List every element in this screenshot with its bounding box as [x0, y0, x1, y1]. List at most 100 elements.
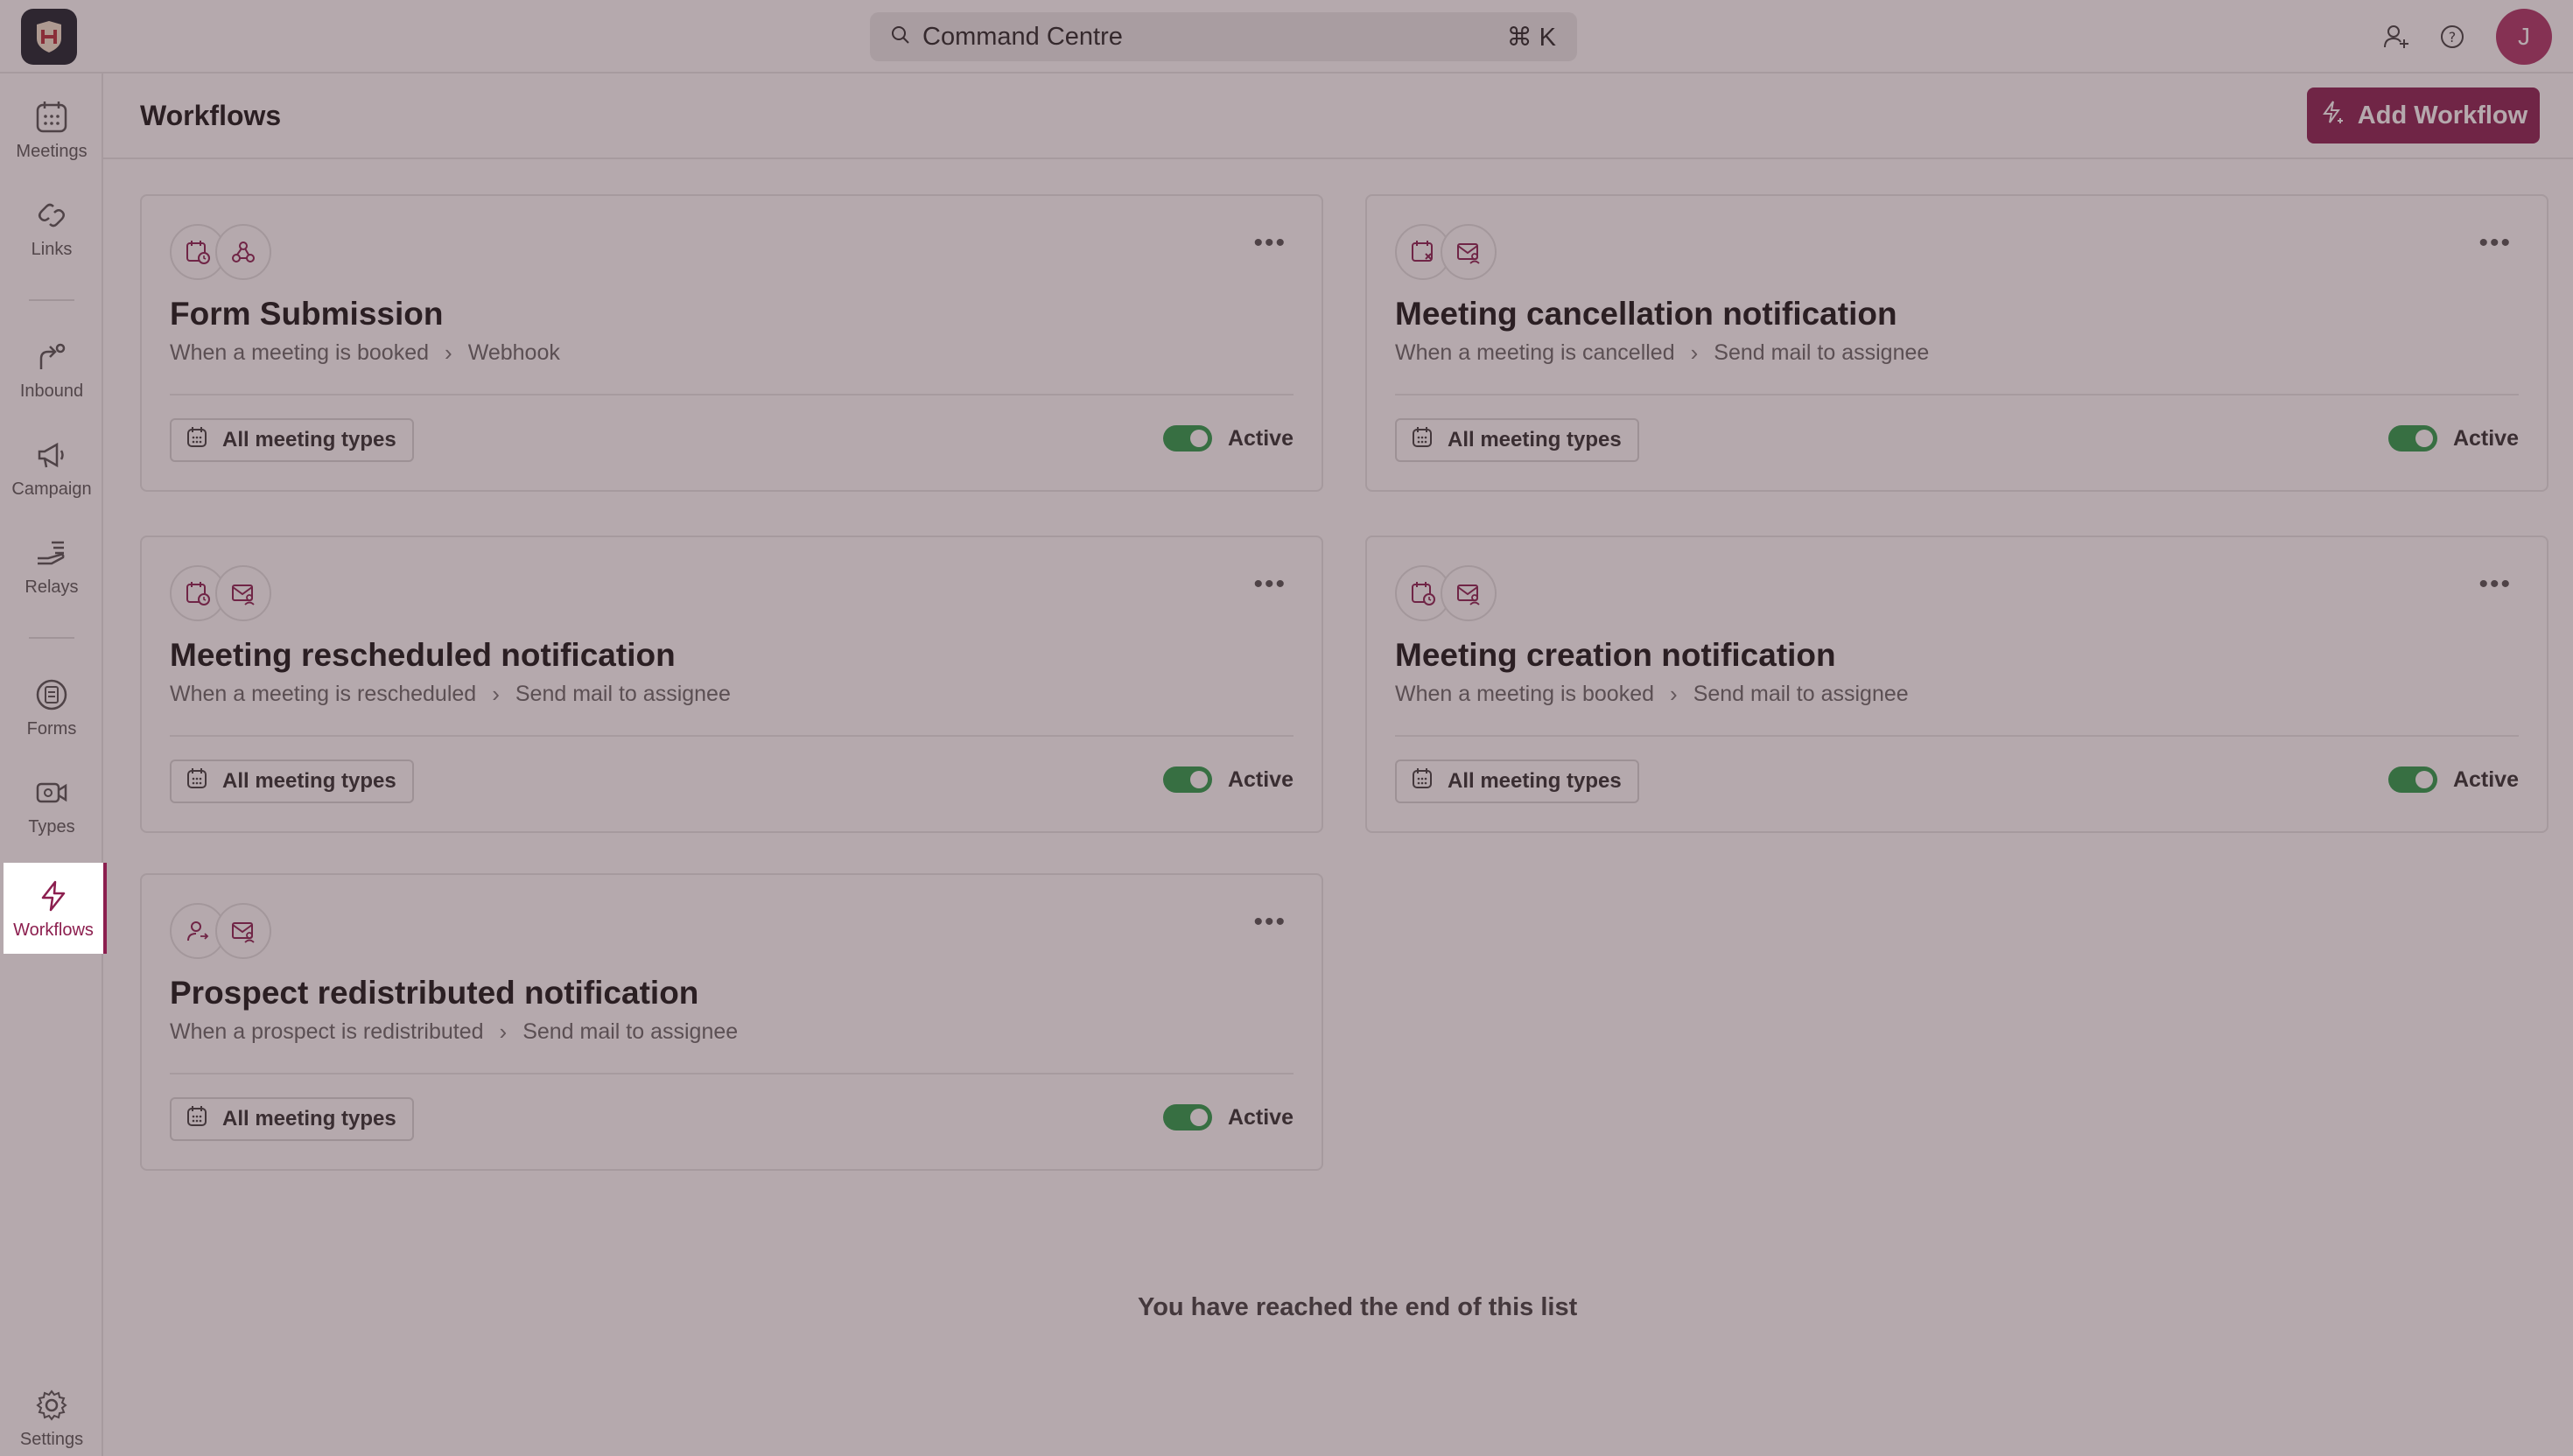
more-options-button[interactable]: •••	[1253, 571, 1286, 598]
mail-user-icon	[1441, 565, 1497, 621]
sidebar-divider	[29, 637, 74, 639]
chevron-right-icon: ›	[499, 1018, 508, 1045]
avatar-initial: J	[2518, 23, 2530, 50]
command-centre-search[interactable]: Command Centre ⌘ K	[870, 12, 1577, 61]
workflow-trigger: When a meeting is booked	[1395, 682, 1655, 706]
svg-text:?: ?	[2449, 29, 2457, 46]
sidebar-item-inbound[interactable]: Inbound	[0, 324, 103, 415]
meeting-types-tag[interactable]: All meeting types	[1395, 418, 1639, 462]
sidebar-item-label: Settings	[19, 1429, 84, 1449]
meeting-types-tag[interactable]: All meeting types	[170, 418, 414, 462]
workflow-trigger: When a meeting is booked	[170, 340, 430, 365]
page-title: Workflows	[140, 100, 282, 131]
chevron-right-icon: ›	[492, 681, 500, 707]
meeting-types-tag[interactable]: All meeting types	[170, 760, 414, 803]
sidebar-item-label: Campaign	[11, 479, 92, 499]
more-options-button[interactable]: •••	[2478, 230, 2512, 256]
workflow-icons	[1395, 224, 1497, 280]
calendar-icon	[186, 426, 208, 455]
workflow-description: When a meeting is booked › Send mail to …	[1395, 681, 1909, 708]
link-icon	[32, 196, 71, 234]
workflow-trigger: When a prospect is redistributed	[170, 1019, 484, 1044]
more-options-button[interactable]: •••	[1253, 230, 1286, 256]
card-divider	[1395, 394, 2519, 396]
lightning-icon	[34, 877, 73, 915]
sidebar-item-label: Types	[28, 816, 75, 836]
meeting-types-tag[interactable]: All meeting types	[170, 1097, 414, 1141]
meeting-types-label: All meeting types	[1448, 769, 1622, 793]
search-label: Command Centre	[922, 22, 1123, 51]
search-icon	[891, 25, 910, 49]
page-header: Workflows Add Workflow	[103, 74, 2573, 159]
meeting-types-label: All meeting types	[222, 769, 396, 793]
add-user-icon[interactable]	[2379, 19, 2414, 54]
workflow-card[interactable]: ••• Meeting rescheduled notification Whe…	[140, 536, 1323, 833]
card-divider	[170, 1073, 1294, 1074]
sidebar: Meetings Links Inbound Campaign Relays F…	[0, 74, 103, 1456]
workflow-title[interactable]: Prospect redistributed notification	[170, 975, 698, 1012]
sidebar-item-relays[interactable]: Relays	[0, 520, 103, 611]
status-label: Active	[2452, 766, 2519, 792]
end-of-list-message: You have reached the end of this list	[1138, 1293, 1578, 1321]
sidebar-item-label: Forms	[26, 718, 77, 738]
calendar-icon	[186, 1105, 208, 1134]
active-toggle[interactable]	[2387, 766, 2437, 793]
workflow-icons	[170, 224, 271, 280]
add-workflow-button[interactable]: Add Workflow	[2307, 88, 2540, 144]
avatar[interactable]: J	[2496, 9, 2552, 65]
add-workflow-label: Add Workflow	[2357, 101, 2528, 130]
active-toggle[interactable]	[1162, 425, 1212, 452]
top-bar: Command Centre ⌘ K ? J	[0, 0, 2573, 74]
sparkle-lightning-icon	[2319, 99, 2345, 132]
sidebar-item-links[interactable]: Links	[0, 182, 103, 273]
mail-user-icon	[1441, 224, 1497, 280]
workflow-card[interactable]: ••• Meeting cancellation notification Wh…	[1365, 194, 2548, 492]
active-toggle[interactable]	[1162, 1104, 1212, 1130]
meeting-types-label: All meeting types	[222, 1107, 396, 1130]
chevron-right-icon: ›	[445, 340, 452, 366]
active-toggle[interactable]	[2387, 425, 2437, 452]
card-divider	[170, 394, 1294, 396]
workflow-icons	[170, 565, 271, 621]
status-label: Active	[1227, 1104, 1294, 1130]
workflow-title[interactable]: Meeting creation notification	[1395, 637, 1836, 674]
workflow-action: Webhook	[467, 340, 560, 365]
sidebar-item-campaign[interactable]: Campaign	[0, 422, 103, 513]
meeting-types-tag[interactable]: All meeting types	[1395, 760, 1639, 803]
mail-user-icon	[215, 903, 271, 959]
brand-logo-icon[interactable]	[21, 9, 77, 65]
workflow-description: When a meeting is cancelled › Send mail …	[1395, 340, 1929, 367]
workflow-icons	[1395, 565, 1497, 621]
sidebar-item-workflows[interactable]: Workflows	[4, 863, 107, 954]
workflow-card[interactable]: ••• Meeting creation notification When a…	[1365, 536, 2548, 833]
status-label: Active	[2452, 425, 2519, 451]
sidebar-item-label: Inbound	[19, 381, 84, 401]
workflow-title[interactable]: Meeting cancellation notification	[1395, 296, 1897, 332]
sidebar-item-meetings[interactable]: Meetings	[0, 84, 103, 175]
video-icon	[32, 774, 71, 812]
workflow-status: Active	[1162, 766, 1294, 793]
active-toggle[interactable]	[1162, 766, 1212, 793]
more-options-button[interactable]: •••	[2478, 571, 2512, 598]
more-options-button[interactable]: •••	[1253, 909, 1286, 935]
workflow-card[interactable]: ••• Form Submission When a meeting is bo…	[140, 194, 1323, 492]
sidebar-item-label: Links	[31, 239, 73, 259]
workflow-action: Send mail to assignee	[1714, 340, 1930, 365]
gear-icon	[32, 1386, 71, 1424]
workflow-action: Send mail to assignee	[515, 682, 731, 706]
sidebar-item-types[interactable]: Types	[0, 760, 103, 850]
card-divider	[1395, 735, 2519, 737]
help-icon[interactable]: ?	[2435, 19, 2470, 54]
workflow-title[interactable]: Meeting rescheduled notification	[170, 637, 676, 674]
sidebar-item-forms[interactable]: Forms	[0, 662, 103, 752]
workflow-status: Active	[2387, 425, 2519, 452]
sidebar-item-settings[interactable]: Settings	[0, 1372, 103, 1456]
workflow-action: Send mail to assignee	[1693, 682, 1909, 706]
calendar-icon	[1411, 426, 1434, 455]
inbound-icon	[32, 338, 71, 376]
meeting-types-label: All meeting types	[1448, 428, 1622, 452]
workflow-trigger: When a meeting is cancelled	[1395, 340, 1675, 365]
workflow-title[interactable]: Form Submission	[170, 296, 443, 332]
workflow-card[interactable]: ••• Prospect redistributed notification …	[140, 873, 1323, 1171]
workflow-status: Active	[1162, 425, 1294, 452]
